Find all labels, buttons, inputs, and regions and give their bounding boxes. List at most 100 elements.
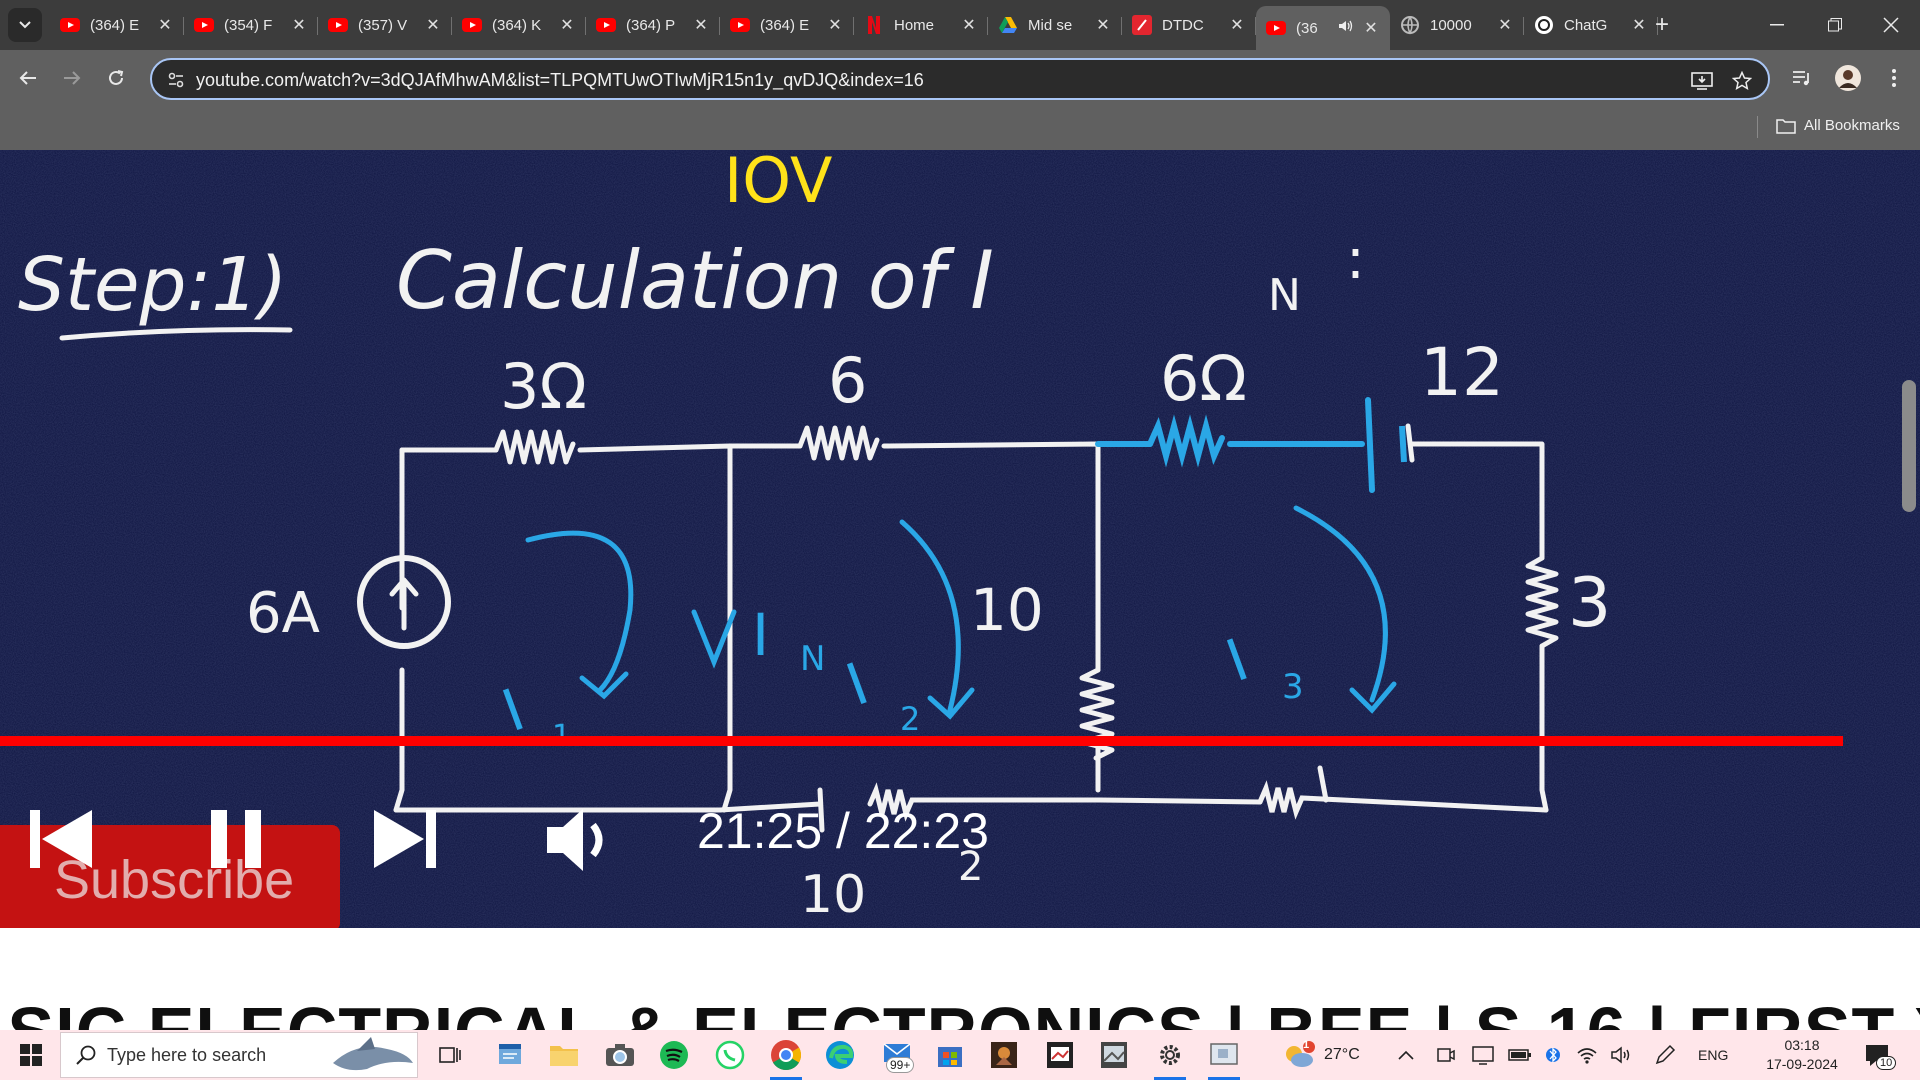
tab-close-button[interactable]: ✕	[1630, 15, 1648, 35]
all-bookmarks-label: All Bookmarks	[1804, 117, 1900, 134]
taskbar-search-box[interactable]: Type here to search	[60, 1032, 418, 1078]
close-icon	[1883, 17, 1899, 33]
taskbar-app-notepad[interactable]	[490, 1035, 530, 1075]
resistor-label-3ohm: 3Ω	[500, 350, 587, 423]
battery-plate	[1399, 425, 1407, 463]
new-tab-button[interactable]: +	[1648, 12, 1676, 40]
browser-tab[interactable]: (364) P ✕	[586, 6, 720, 44]
tab-close-button[interactable]: ✕	[424, 15, 442, 35]
tab-close-button[interactable]: ✕	[1362, 18, 1380, 38]
task-view-button[interactable]	[430, 1035, 470, 1075]
tab-close-button[interactable]: ✕	[692, 15, 710, 35]
tab-search-button[interactable]	[8, 8, 42, 42]
folder-icon	[550, 1046, 578, 1066]
video-progress-bar[interactable]	[0, 736, 1920, 746]
previous-button[interactable]	[26, 804, 96, 874]
system-clock[interactable]: 03:18 17-09-2024	[1762, 1036, 1842, 1074]
weather-widget[interactable]: 1 27°C	[1282, 1030, 1360, 1080]
tab-title: (354) F	[224, 16, 273, 34]
taskbar-app-chrome[interactable]	[766, 1035, 806, 1080]
speaker-icon[interactable]	[1610, 1045, 1632, 1065]
notification-center-button[interactable]: 10	[1864, 1030, 1897, 1080]
browser-tab[interactable]: (364) E ✕	[720, 6, 854, 44]
tab-close-button[interactable]: ✕	[826, 15, 844, 35]
install-app-button[interactable]	[1690, 69, 1714, 93]
meet-icon[interactable]	[1436, 1045, 1456, 1065]
browser-tab[interactable]: (354) F ✕	[184, 6, 318, 44]
windows-logo-icon	[20, 1044, 42, 1066]
profile-avatar[interactable]	[1832, 62, 1864, 94]
media-controls-button[interactable]	[1786, 62, 1818, 94]
close-window-button[interactable]	[1862, 0, 1920, 50]
forward-button[interactable]	[56, 62, 88, 94]
taskbar-app-image-editor[interactable]	[1094, 1035, 1134, 1075]
chrome-menu-button[interactable]	[1878, 62, 1910, 94]
wifi-icon[interactable]	[1576, 1046, 1598, 1064]
taskbar-app-file-explorer[interactable]	[544, 1035, 584, 1075]
page-scrollbar-thumb[interactable]	[1902, 380, 1916, 512]
taskbar-app-store[interactable]	[930, 1035, 970, 1075]
tab-close-button[interactable]: ✕	[960, 15, 978, 35]
taskbar-app-mail[interactable]: 99+	[878, 1035, 918, 1075]
browser-tab[interactable]: (364) K ✕	[452, 6, 586, 44]
browser-tab[interactable]: (357) V ✕	[318, 6, 452, 44]
tab-title: (357) V	[358, 16, 408, 34]
all-bookmarks-button[interactable]: All Bookmarks	[1776, 117, 1900, 134]
tab-title: Home	[894, 16, 935, 34]
tab-close-button[interactable]: ✕	[1228, 15, 1246, 35]
language-indicator[interactable]: ENG	[1698, 1047, 1728, 1063]
tab-close-button[interactable]: ✕	[1094, 15, 1112, 35]
browser-tab[interactable]: DTDC ✕	[1122, 6, 1256, 44]
taskbar-app-snipping[interactable]	[1204, 1035, 1244, 1080]
reload-button[interactable]	[100, 62, 132, 94]
taskbar-app-edge[interactable]	[820, 1035, 860, 1075]
start-button[interactable]	[8, 1030, 54, 1080]
image-editor-icon	[1101, 1042, 1127, 1068]
taskbar-app-spotify[interactable]	[654, 1035, 694, 1075]
browser-tab[interactable]: (36 ✕	[1256, 6, 1390, 50]
search-highlight-icon	[333, 1037, 413, 1071]
youtube-icon	[60, 15, 80, 35]
tab-close-button[interactable]: ✕	[1496, 15, 1514, 35]
browser-tab[interactable]: Home ✕	[854, 6, 988, 44]
browser-tab[interactable]: (364) E ✕	[50, 6, 184, 44]
tab-strip: (364) E ✕ (354) F ✕ (357) V ✕ (364) K ✕ (364) P ✕…	[0, 0, 1920, 50]
taskbar-app-camera[interactable]	[600, 1035, 640, 1075]
taskbar-app-whatsapp[interactable]	[710, 1035, 750, 1075]
tab-close-button[interactable]: ✕	[290, 15, 308, 35]
youtube-icon	[462, 15, 482, 35]
display-icon[interactable]	[1472, 1045, 1494, 1065]
browser-tab[interactable]: ChatG ✕	[1524, 6, 1658, 44]
current-label-i3-sub: 3	[1282, 667, 1304, 707]
tab-close-button[interactable]: ✕	[558, 15, 576, 35]
tab-list: (364) E ✕ (354) F ✕ (357) V ✕ (364) K ✕ (364) P ✕…	[50, 6, 1658, 50]
board-heading-subscript: N	[1268, 270, 1301, 321]
pause-button[interactable]	[206, 804, 266, 874]
system-tray-icons: ENG	[1398, 1030, 1728, 1080]
bluetooth-icon[interactable]	[1546, 1044, 1560, 1066]
address-bar[interactable]: youtube.com/watch?v=3dQJAfMhwAM&list=TLP…	[150, 58, 1770, 100]
tab-title: Mid se	[1028, 16, 1073, 34]
search-icon	[76, 1045, 96, 1065]
tab-close-button[interactable]: ✕	[156, 15, 174, 35]
time-separator: /	[822, 803, 864, 859]
browser-tab[interactable]: Mid se ✕	[988, 6, 1122, 44]
next-button[interactable]	[370, 804, 440, 874]
video-player[interactable]: IOV Step:1) Calculation of I N : 3Ω 6 6Ω…	[0, 150, 1920, 928]
taskbar-app-settings[interactable]	[1150, 1035, 1190, 1080]
speaker-icon[interactable]	[1338, 19, 1354, 37]
restore-button[interactable]	[1806, 0, 1864, 50]
battery-icon[interactable]	[1508, 1048, 1532, 1062]
browser-tab[interactable]: 10000 ✕	[1390, 6, 1524, 44]
chevron-up-icon[interactable]	[1398, 1050, 1414, 1060]
taskbar-app-photo-viewer[interactable]	[1040, 1035, 1080, 1075]
taskbar-app-game[interactable]	[984, 1035, 1024, 1075]
chatgpt-icon	[1534, 15, 1554, 35]
volume-button[interactable]	[544, 802, 620, 878]
minimize-button[interactable]	[1748, 0, 1806, 50]
pen-icon[interactable]	[1654, 1044, 1676, 1066]
site-info-icon[interactable]	[166, 70, 186, 90]
bookmark-star-button[interactable]	[1730, 69, 1754, 93]
back-button[interactable]	[12, 62, 44, 94]
youtube-icon	[328, 15, 348, 35]
